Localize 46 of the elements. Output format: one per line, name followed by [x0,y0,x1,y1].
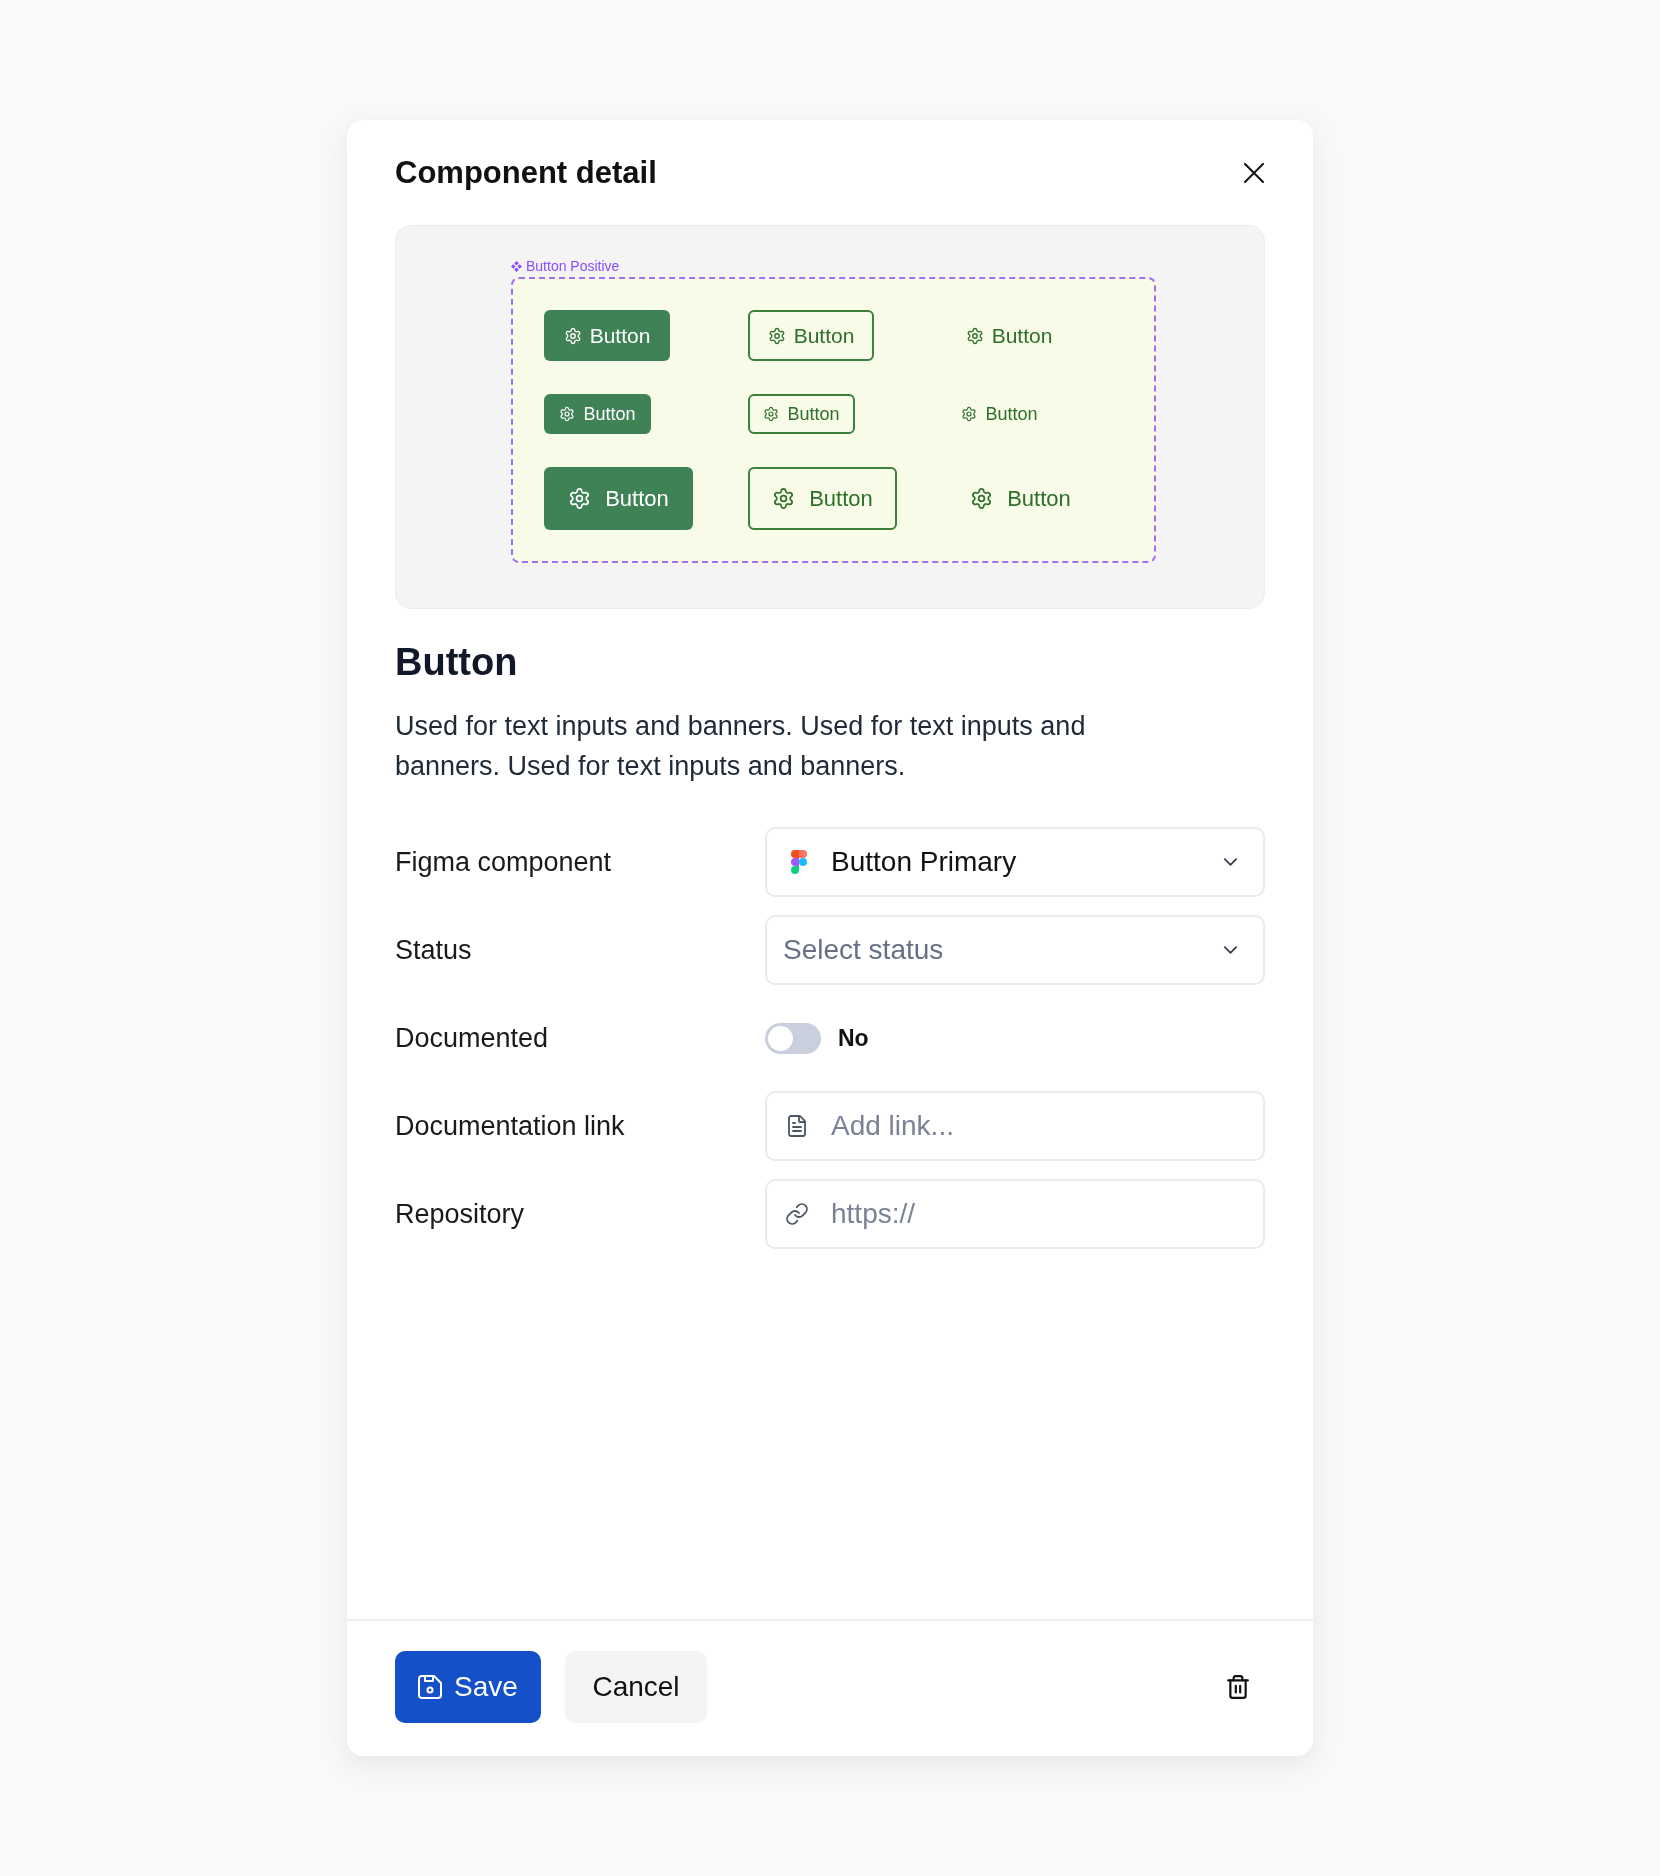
text-link[interactable]: Button [961,400,1038,428]
sample-button[interactable]: Button [748,310,874,361]
dialog-title: Component detail [395,155,657,191]
link-icon [786,1203,808,1225]
dropdown-select[interactable]: Select status [765,915,1265,985]
cancel-button[interactable]: Cancel [565,1651,707,1723]
text-link[interactable]: Button [970,482,1071,515]
figma-logo-icon [791,850,807,874]
save-icon [418,1675,443,1699]
delete-button[interactable] [1226,1674,1250,1700]
sample-button[interactable]: Button [544,310,670,361]
sample-button[interactable]: Button [544,467,693,530]
chevron-down-icon [1224,946,1237,954]
save-button[interactable]: Save [395,1651,541,1723]
field-label: Documented [395,1021,550,1055]
close-button[interactable] [1243,162,1265,184]
field-label: Figma component [395,845,613,879]
document-icon [788,1115,806,1137]
link-input[interactable]: Add link... [765,1091,1265,1161]
field-label: Status [395,933,473,967]
gear-icon [961,406,978,422]
component-description: Used for text inputs and banners. Used for text inputs and banners. Used for text inputs and banners. [395,710,1087,783]
close-icon [1244,163,1264,183]
component-name: Button [395,640,519,685]
gear-icon [970,487,994,510]
gear-icon [772,487,796,510]
toggle-state-label: No [838,1023,869,1053]
chevron-down-icon [1224,858,1237,866]
text-link[interactable]: Button [965,319,1053,352]
sample-button[interactable]: Button [748,467,897,530]
trash-icon [1227,1675,1249,1699]
sample-button[interactable]: Button [544,394,651,434]
gear-icon [563,326,582,345]
gear-icon [965,326,984,345]
gear-icon [763,406,780,422]
field-label: Repository [395,1197,526,1231]
component-icon [511,261,522,272]
dropdown-select[interactable]: Button Primary [765,827,1265,897]
gear-icon [559,406,576,422]
frame-label: Button Positive [526,258,620,275]
field-label: Documentation link [395,1109,626,1143]
sample-button[interactable]: Button [748,394,855,434]
url-input[interactable]: https:// [765,1179,1265,1249]
gear-icon [568,487,592,510]
documented-toggle[interactable] [765,1022,821,1054]
gear-icon [767,326,786,345]
